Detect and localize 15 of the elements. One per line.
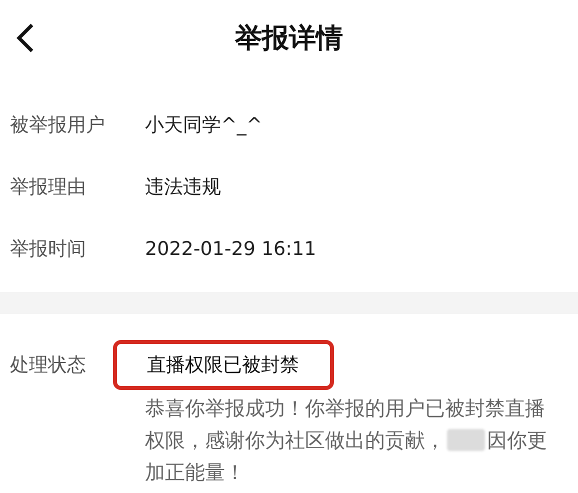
field-value: 小天同学^_^: [145, 113, 262, 138]
message-text: 加正能量！: [145, 459, 245, 486]
message-text: 权限，感谢你为社区做出的贡献，: [145, 427, 445, 454]
message-text: 恭喜你举报成功！你举报的用户已被封禁直播: [145, 395, 545, 422]
field-value: 违法违规: [145, 175, 221, 200]
status-label: 处理状态: [10, 353, 87, 378]
message-text: 因你更: [487, 427, 547, 454]
field-label: 被举报用户: [10, 113, 106, 138]
field-value: 2022-01-29 16:11: [145, 238, 316, 260]
status-value: 直播权限已被封禁: [113, 340, 334, 390]
page-title: 举报详情: [235, 22, 343, 56]
field-label: 举报时间: [10, 237, 87, 262]
back-icon[interactable]: [14, 22, 36, 54]
blurred-patch: [447, 429, 485, 451]
field-label: 举报理由: [10, 175, 87, 200]
